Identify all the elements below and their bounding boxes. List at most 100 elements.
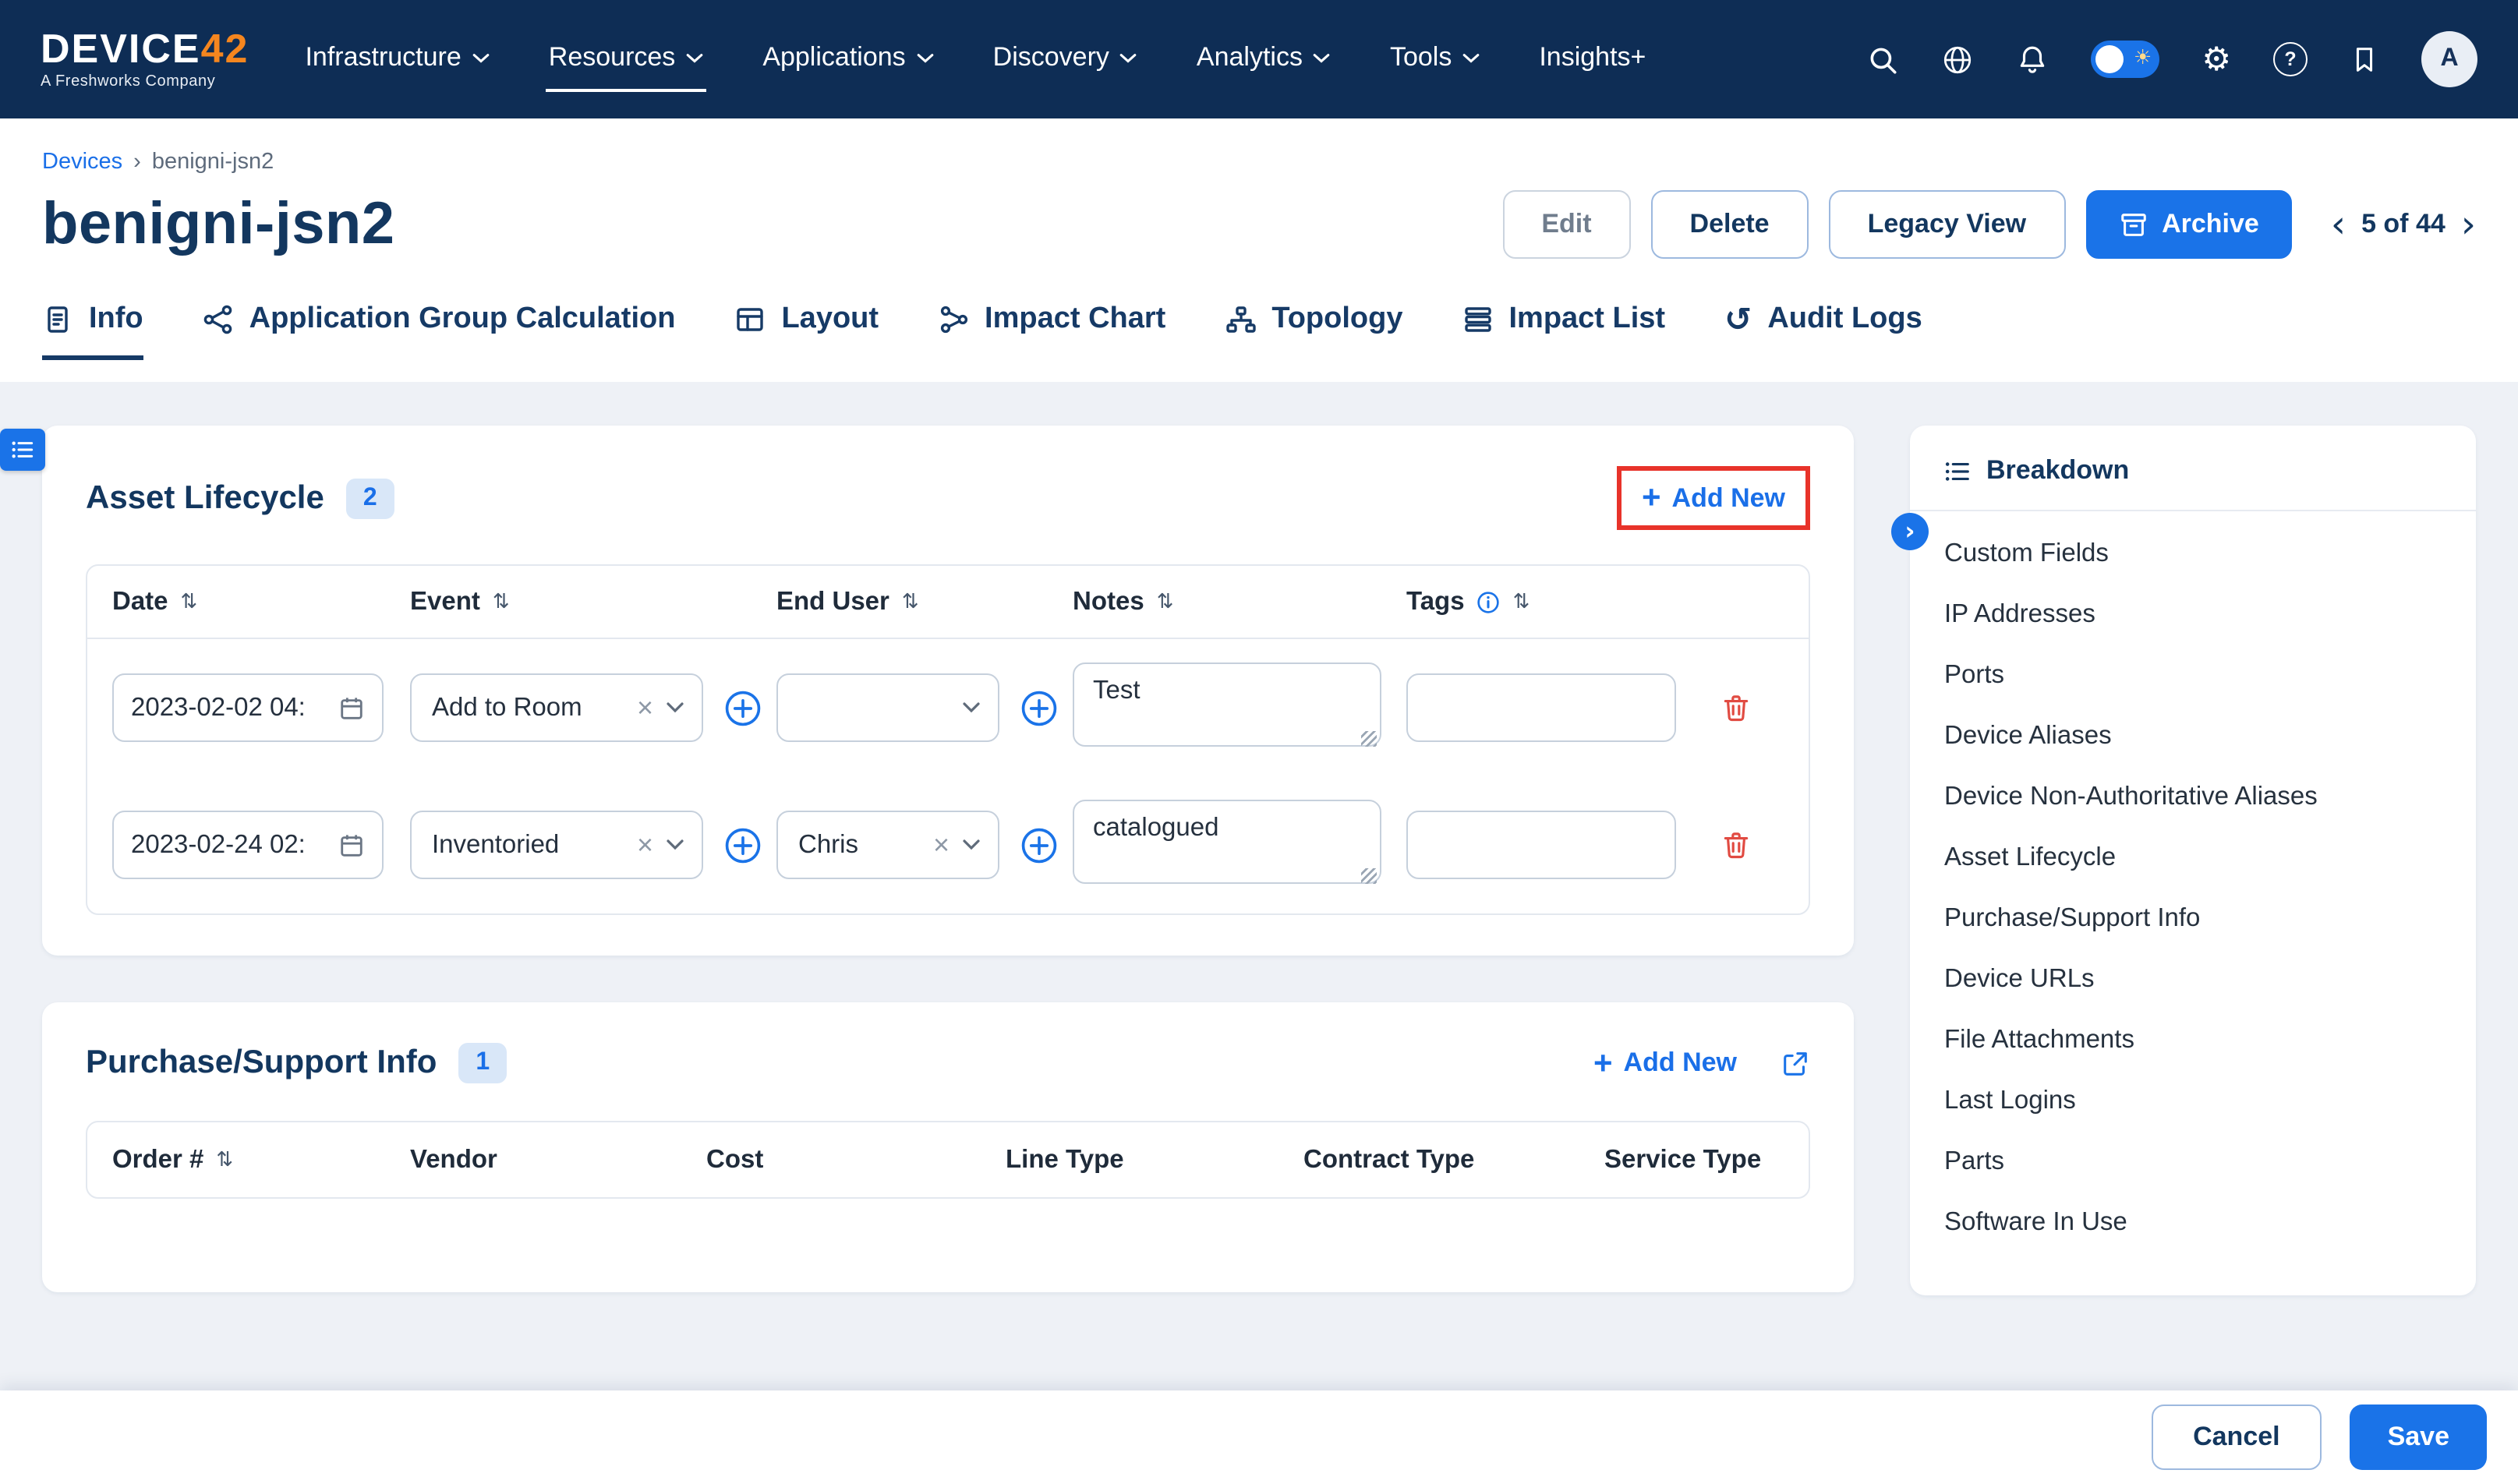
save-button[interactable]: Save	[2350, 1404, 2487, 1470]
logo[interactable]: DEVICE42 A Freshworks Company	[41, 28, 249, 90]
add-new-purchase-button[interactable]: + Add New	[1593, 1047, 1737, 1079]
column-header-event[interactable]: Event ⇅	[410, 587, 776, 617]
nav-item-infrastructure[interactable]: Infrastructure	[302, 26, 492, 92]
column-header-end-user[interactable]: End User⇅	[776, 587, 1073, 617]
gear-icon[interactable]: ⚙	[2201, 43, 2231, 76]
breakdown-item-ports[interactable]: Ports	[1910, 645, 2476, 706]
tab-label: Audit Logs	[1767, 302, 1922, 337]
prev-device-icon[interactable]: ‹	[2331, 206, 2346, 243]
breakdown-item-device-aliases[interactable]: Device Aliases	[1910, 706, 2476, 767]
sort-icon[interactable]: ⇅	[181, 590, 198, 613]
theme-toggle[interactable]: ☀	[2091, 41, 2159, 78]
bookmark-icon[interactable]	[2350, 44, 2379, 74]
breakdown-item-custom-fields[interactable]: Custom Fields	[1910, 524, 2476, 585]
breakdown-item-ip-addresses[interactable]: IP Addresses	[1910, 585, 2476, 645]
nav-item-tools[interactable]: Tools	[1387, 26, 1483, 92]
column-label: Event	[410, 587, 480, 617]
sort-icon[interactable]: ⇅	[1157, 590, 1174, 613]
nav-item-analytics[interactable]: Analytics	[1194, 26, 1334, 92]
tab-label: Impact Chart	[985, 302, 1165, 337]
tab-impact-list[interactable]: Impact List	[1462, 302, 1665, 360]
tags-input[interactable]	[1406, 673, 1676, 742]
sort-icon[interactable]: ⇅	[1513, 590, 1530, 613]
avatar[interactable]: A	[2421, 31, 2477, 87]
tab-info[interactable]: Info	[42, 302, 143, 360]
nav-item-applications[interactable]: Applications	[759, 26, 936, 92]
archive-button[interactable]: Archive	[2085, 190, 2292, 259]
date-input[interactable]: 2023-02-02 04:	[112, 673, 384, 742]
notes-textarea[interactable]: catalogued	[1073, 799, 1381, 883]
add-new-lifecycle-button[interactable]: + Add New	[1642, 482, 1785, 514]
column-header-order[interactable]: Order # ⇅	[112, 1145, 410, 1175]
search-icon[interactable]	[1866, 43, 1899, 76]
legacy-view-button[interactable]: Legacy View	[1829, 190, 2066, 259]
notes-textarea[interactable]: Test	[1073, 662, 1381, 746]
breakdown-header: Breakdown	[1910, 426, 2476, 511]
side-panel-toggle[interactable]	[0, 429, 45, 471]
tab-layout[interactable]: Layout	[734, 302, 879, 360]
collapse-panel-button[interactable]: ›	[1891, 513, 1929, 550]
column-header-cost: Cost	[706, 1145, 1006, 1175]
tab-impact-chart[interactable]: Impact Chart	[938, 302, 1165, 360]
breakdown-item-device-urls[interactable]: Device URLs	[1910, 949, 2476, 1010]
column-label: Contract Type	[1303, 1145, 1474, 1175]
sort-icon[interactable]: ⇅	[493, 590, 510, 613]
breakdown-item-software-in-use[interactable]: Software In Use	[1910, 1192, 2476, 1253]
end-user-cell	[776, 673, 1073, 742]
clear-icon[interactable]: ×	[933, 831, 950, 859]
column-label: Order #	[112, 1145, 203, 1175]
date-cell: 2023-02-02 04:	[112, 673, 410, 742]
open-external-button[interactable]	[1781, 1048, 1810, 1078]
event-select[interactable]: Add to Room ×	[410, 673, 703, 742]
purchase-support-table: Order #⇅ Vendor Cost Line Type Contract …	[86, 1121, 1810, 1199]
tags-input[interactable]	[1406, 811, 1676, 879]
nav-item-resources[interactable]: Resources	[546, 26, 707, 92]
edit-button[interactable]: Edit	[1502, 190, 1630, 259]
event-select[interactable]: Inventoried ×	[410, 811, 703, 879]
bell-icon[interactable]	[2016, 43, 2049, 76]
nav-item-discovery[interactable]: Discovery	[990, 26, 1141, 92]
breakdown-item-purchase-support-info[interactable]: Purchase/Support Info	[1910, 889, 2476, 949]
logo-main: DEVICE	[41, 25, 201, 72]
clear-icon[interactable]: ×	[637, 831, 653, 859]
column-label: Line Type	[1006, 1145, 1124, 1175]
page-header: Devices › benigni-jsn2 benigni-jsn2 Edit…	[0, 118, 2518, 382]
breakdown-item-parts[interactable]: Parts	[1910, 1132, 2476, 1192]
clear-icon[interactable]: ×	[637, 694, 653, 722]
breakdown-list: Custom Fields IP Addresses Ports Device …	[1910, 511, 2476, 1266]
delete-row-button[interactable]	[1719, 829, 1752, 861]
add-event-button[interactable]	[723, 825, 762, 864]
column-header-tags[interactable]: Tags ⇅	[1406, 587, 1687, 617]
column-header-date[interactable]: Date⇅	[112, 587, 410, 617]
breakdown-item-file-attachments[interactable]: File Attachments	[1910, 1010, 2476, 1071]
info-icon[interactable]	[1477, 590, 1501, 613]
tab-audit-logs[interactable]: ↺ Audit Logs	[1724, 302, 1922, 360]
sort-icon[interactable]: ⇅	[902, 590, 919, 613]
help-icon[interactable]: ?	[2273, 42, 2308, 76]
globe-icon[interactable]	[1941, 43, 1974, 76]
add-end-user-button[interactable]	[1020, 825, 1059, 864]
breakdown-item-asset-lifecycle[interactable]: Asset Lifecycle	[1910, 828, 2476, 889]
next-device-icon[interactable]: ›	[2461, 206, 2476, 243]
end-user-select[interactable]	[776, 673, 999, 742]
delete-row-button[interactable]	[1719, 691, 1752, 724]
sort-icon[interactable]: ⇅	[216, 1148, 233, 1171]
purchase-support-header: Purchase/Support Info 1 + Add New	[86, 1043, 1810, 1083]
nav-item-insights[interactable]: Insights+	[1536, 26, 1649, 92]
column-header-notes[interactable]: Notes⇅	[1073, 587, 1406, 617]
breadcrumb-devices-link[interactable]: Devices	[42, 150, 122, 175]
column-label: Service Type	[1604, 1145, 1761, 1175]
list-rows-icon	[1462, 304, 1493, 335]
add-event-button[interactable]	[723, 688, 762, 727]
delete-button[interactable]: Delete	[1651, 190, 1809, 259]
breakdown-item-device-non-authoritative-aliases[interactable]: Device Non-Authoritative Aliases	[1910, 767, 2476, 828]
tab-topology[interactable]: Topology	[1225, 302, 1402, 360]
tab-application-group-calculation[interactable]: Application Group Calculation	[203, 302, 676, 360]
cancel-button[interactable]: Cancel	[2151, 1404, 2322, 1470]
breakdown-item-last-logins[interactable]: Last Logins	[1910, 1071, 2476, 1132]
chevron-down-icon	[666, 701, 684, 714]
history-icon: ↺	[1724, 303, 1752, 336]
date-input[interactable]: 2023-02-24 02:	[112, 811, 384, 879]
end-user-select[interactable]: Chris ×	[776, 811, 999, 879]
add-end-user-button[interactable]	[1020, 688, 1059, 727]
